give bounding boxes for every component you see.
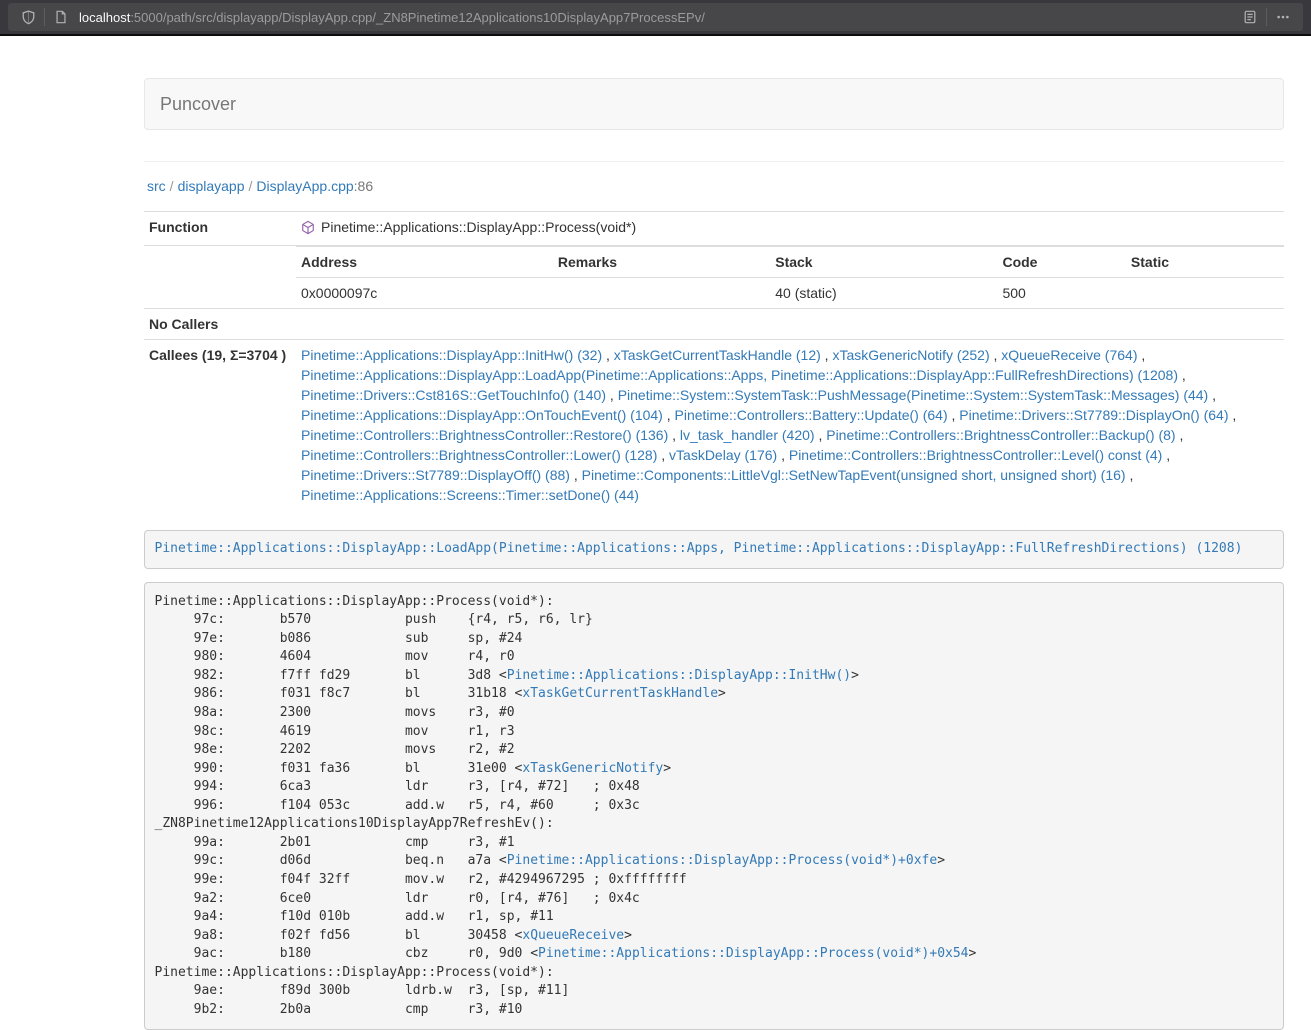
url-path: :5000/path/src/displayapp/DisplayApp.cpp… <box>130 10 705 25</box>
symbol-link[interactable]: xTaskGenericNotify <box>522 761 663 776</box>
stats-table: Address Remarks Stack Code Static 0x0000… <box>296 246 1284 308</box>
no-callers-label: No Callers <box>144 308 296 339</box>
callee-separator: , <box>606 387 618 403</box>
breadcrumb-line-number: :86 <box>354 178 373 194</box>
callee-separator: , <box>570 467 582 483</box>
callee-separator: , <box>1176 427 1184 443</box>
page-icon <box>49 5 73 29</box>
divider-rule <box>144 161 1284 162</box>
breadcrumb-link-src[interactable]: src <box>147 178 166 194</box>
navbar: Puncover <box>144 78 1284 130</box>
callee-separator: , <box>1229 407 1237 423</box>
function-label: Function <box>144 212 296 246</box>
symbol-link[interactable]: Pinetime::Applications::DisplayApp::Proc… <box>538 946 968 961</box>
stats-header-code: Code <box>997 246 1125 277</box>
callee-separator: , <box>990 347 1002 363</box>
callee-separator: , <box>602 347 614 363</box>
callee-link[interactable]: Pinetime::Applications::DisplayApp::Load… <box>301 367 1178 383</box>
breadcrumb: src/displayapp/DisplayApp.cpp:86 <box>147 176 1284 196</box>
callers-row: No Callers <box>144 308 1284 339</box>
stats-value-code: 500 <box>997 277 1125 308</box>
callee-separator: , <box>657 447 669 463</box>
callee-link[interactable]: xTaskGenericNotify (252) <box>832 347 989 363</box>
callee-link[interactable]: Pinetime::Controllers::Battery::Update()… <box>675 407 948 423</box>
stats-row: Address Remarks Stack Code Static 0x0000… <box>144 245 1284 308</box>
callee-separator: , <box>815 427 827 443</box>
url-text[interactable]: localhost:5000/path/src/displayapp/Displ… <box>79 10 1238 25</box>
assembly-listing: Pinetime::Applications::DisplayApp::Proc… <box>144 582 1284 1030</box>
stats-value-stack: 40 (static) <box>770 277 997 308</box>
symbol-link[interactable]: xQueueReceive <box>522 928 624 943</box>
urlbar-divider <box>44 8 45 26</box>
stats-header-stack: Stack <box>770 246 997 277</box>
breadcrumb-link-displayapp[interactable]: displayapp <box>178 178 245 194</box>
callees-list: Pinetime::Applications::DisplayApp::Init… <box>296 339 1284 510</box>
callee-separator: , <box>777 447 789 463</box>
callee-link[interactable]: Pinetime::Drivers::St7789::DisplayOff() … <box>301 467 570 483</box>
callees-label: Callees (19, Σ=3704 ) <box>144 339 296 510</box>
reader-mode-icon[interactable] <box>1238 5 1262 29</box>
stats-value-remarks <box>553 277 770 308</box>
callee-link[interactable]: xTaskGetCurrentTaskHandle (12) <box>614 347 821 363</box>
callee-separator: , <box>948 407 960 423</box>
highlighted-symbol-block: Pinetime::Applications::DisplayApp::Load… <box>144 530 1284 570</box>
shield-icon[interactable] <box>16 5 40 29</box>
breadcrumb-separator: / <box>170 178 174 194</box>
page-container: Puncover src/displayapp/DisplayApp.cpp:8… <box>144 78 1284 1030</box>
browser-toolbar: localhost:5000/path/src/displayapp/Displ… <box>0 0 1311 36</box>
breadcrumb-link-file[interactable]: DisplayApp.cpp <box>256 178 353 194</box>
callee-separator: , <box>668 427 680 443</box>
callee-link[interactable]: Pinetime::Controllers::BrightnessControl… <box>789 447 1162 463</box>
symbol-cube-icon <box>301 220 315 235</box>
function-table: Function Pinetime::Applications::Display… <box>144 211 1284 510</box>
callee-link[interactable]: Pinetime::Applications::DisplayApp::Init… <box>301 347 602 363</box>
callee-separator: , <box>663 407 675 423</box>
breadcrumb-separator: / <box>249 178 253 194</box>
url-bar[interactable]: localhost:5000/path/src/displayapp/Displ… <box>8 3 1303 31</box>
callee-separator: , <box>1178 367 1186 383</box>
callee-separator: , <box>821 347 833 363</box>
function-name-text: Pinetime::Applications::DisplayApp::Proc… <box>321 217 636 237</box>
callee-separator: , <box>1208 387 1216 403</box>
callee-link[interactable]: Pinetime::Applications::DisplayApp::OnTo… <box>301 407 663 423</box>
stats-header-static: Static <box>1126 246 1284 277</box>
stats-value-address: 0x0000097c <box>296 277 553 308</box>
callee-link[interactable]: xQueueReceive (764) <box>1001 347 1137 363</box>
stats-header-remarks: Remarks <box>553 246 770 277</box>
callee-link[interactable]: Pinetime::Drivers::St7789::DisplayOn() (… <box>959 407 1228 423</box>
page-actions-menu-icon[interactable] <box>1271 5 1295 29</box>
symbol-link[interactable]: Pinetime::Applications::DisplayApp::Init… <box>507 668 851 683</box>
stats-header-address: Address <box>296 246 553 277</box>
callee-link[interactable]: Pinetime::System::SystemTask::PushMessag… <box>618 387 1209 403</box>
highlighted-symbol-link[interactable]: Pinetime::Applications::DisplayApp::Load… <box>155 541 1243 556</box>
callee-link[interactable]: Pinetime::Controllers::BrightnessControl… <box>301 447 657 463</box>
urlbar-divider <box>1266 8 1267 26</box>
callee-link[interactable]: lv_task_handler (420) <box>680 427 815 443</box>
callee-separator: , <box>1137 347 1145 363</box>
callees-row: Callees (19, Σ=3704 ) Pinetime::Applicat… <box>144 339 1284 510</box>
brand-link[interactable]: Puncover <box>145 79 251 129</box>
function-name: Pinetime::Applications::DisplayApp::Proc… <box>301 217 636 237</box>
callee-link[interactable]: Pinetime::Controllers::BrightnessControl… <box>826 427 1175 443</box>
url-hostname: localhost <box>79 10 130 25</box>
callee-separator: , <box>1162 447 1170 463</box>
stats-value-static <box>1126 277 1284 308</box>
callee-link[interactable]: Pinetime::Components::LittleVgl::SetNewT… <box>582 467 1126 483</box>
callee-link[interactable]: Pinetime::Controllers::BrightnessControl… <box>301 427 668 443</box>
callee-link[interactable]: Pinetime::Applications::Screens::Timer::… <box>301 487 639 503</box>
callee-link[interactable]: vTaskDelay (176) <box>669 447 777 463</box>
callee-link[interactable]: Pinetime::Drivers::Cst816S::GetTouchInfo… <box>301 387 606 403</box>
callee-separator: , <box>1126 467 1134 483</box>
symbol-link[interactable]: xTaskGetCurrentTaskHandle <box>522 686 718 701</box>
function-row: Function Pinetime::Applications::Display… <box>144 212 1284 246</box>
symbol-link[interactable]: Pinetime::Applications::DisplayApp::Proc… <box>507 853 937 868</box>
